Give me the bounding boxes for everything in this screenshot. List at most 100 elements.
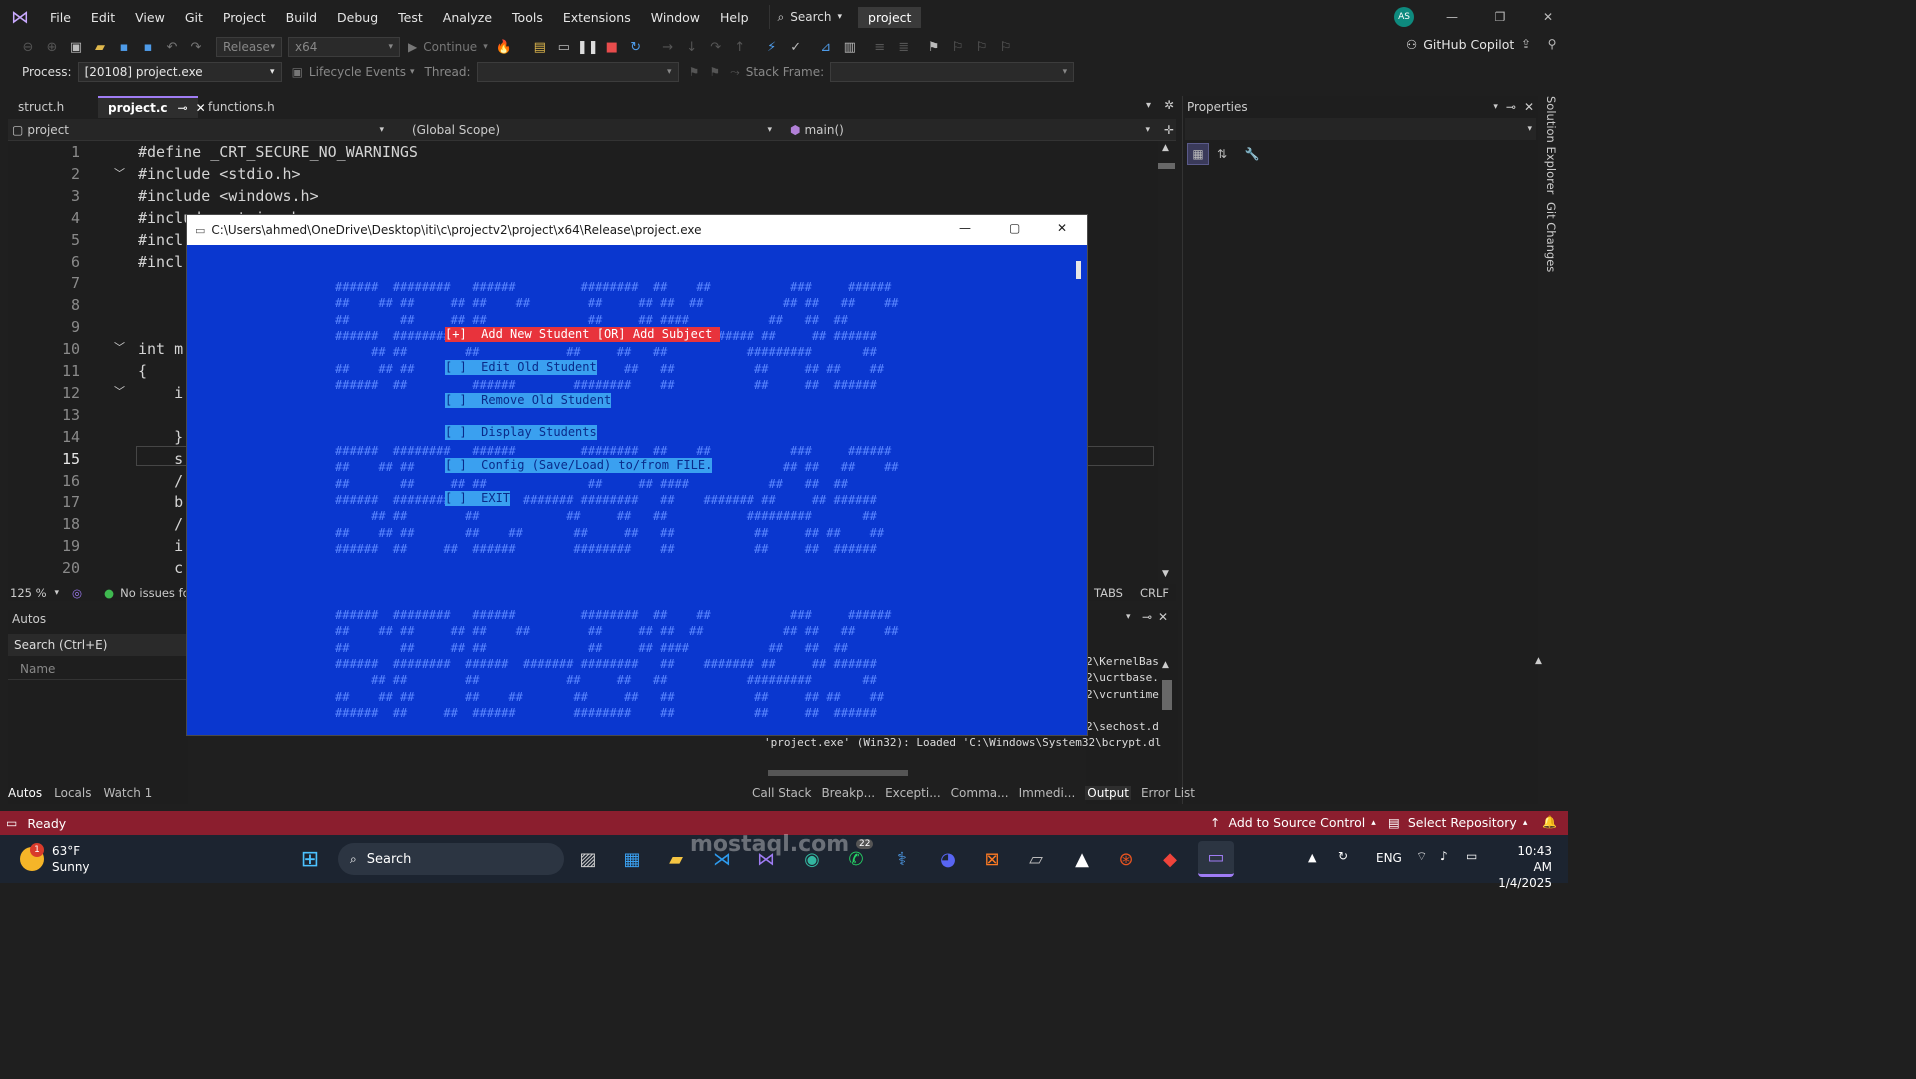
lifecycle-events-dropdown[interactable]: Lifecycle Events ▾ [309,65,415,79]
pin-icon[interactable]: ⊸ [178,101,188,115]
bottom-tab-call-stack[interactable]: Call Stack [752,786,811,800]
menu-option[interactable]: [ ] Display Students [445,425,597,440]
scope-dropdown[interactable]: (Global Scope) ▾ [400,123,784,137]
select-repository[interactable]: ▤ Select Repository ▴ [1388,815,1527,830]
bottom-tab-breakp-[interactable]: Breakp... [821,786,875,800]
maximize-icon[interactable]: ▢ [1009,221,1020,235]
pin-icon[interactable]: ⊸ [1506,100,1516,114]
save-icon[interactable]: ▪ [114,37,134,57]
usb-icon[interactable]: ▱ [1018,841,1054,877]
scroll-thumb[interactable] [1076,261,1081,279]
close-icon[interactable]: ✕ [1158,610,1168,624]
redo-icon[interactable]: ↷ [186,37,206,57]
collapse-icon[interactable]: ﹀ [114,383,125,399]
copilot-button[interactable]: ⚇ GitHub Copilot [1406,37,1514,52]
file-explorer-icon[interactable]: ▰ [658,841,694,877]
minimize-icon[interactable]: — [959,221,971,235]
menu-option[interactable]: [ ] Remove Old Student [445,393,612,408]
language-indicator[interactable]: ENG [1376,851,1402,865]
step-out-icon[interactable]: ↑ [730,37,750,57]
menu-build[interactable]: Build [276,0,327,34]
menu-analyze[interactable]: Analyze [433,0,502,34]
undo-icon[interactable]: ↶ [162,37,182,57]
check-icon[interactable]: ✓ [786,37,806,57]
scroll-thumb[interactable] [768,770,908,776]
hot-reload-icon[interactable]: 🔥 [494,37,514,57]
xampp-icon[interactable]: ⊠ [974,841,1010,877]
restart-icon[interactable]: ↻ [626,37,646,57]
menu-help[interactable]: Help [710,0,759,34]
scroll-down-icon[interactable]: ▼ [1162,569,1169,579]
side-tab-solution-explorer[interactable]: Solution Explorer [1544,96,1558,194]
close-icon[interactable]: ✕ [1524,100,1534,114]
autos-search-input[interactable]: Search (Ctrl+E) [8,634,188,656]
share-icon[interactable]: ⇪ [1516,37,1536,51]
notification-bell-icon[interactable]: 🔔 [1542,815,1557,829]
menu-option[interactable]: [+] Add New Student [OR] Add Subject [445,327,720,342]
continue-button[interactable]: ▶ Continue ▾ [408,40,488,54]
bottom-tab-comma-[interactable]: Comma... [951,786,1009,800]
line-ending-indicator[interactable]: CRLF [1140,586,1169,600]
split-icon[interactable]: ✛ [1164,123,1174,137]
menu-test[interactable]: Test [388,0,433,34]
prev-bookmark-icon[interactable]: ⚐ [948,37,968,57]
menu-view[interactable]: View [125,0,175,34]
menu-option[interactable]: [ ] Edit Old Student [445,360,597,375]
indent-icon[interactable]: ≡ [870,37,890,57]
scroll-up-icon[interactable]: ▲ [1162,660,1169,670]
side-tab-git-changes[interactable]: Git Changes [1544,202,1558,272]
tab-struct-h[interactable]: struct.h [8,96,98,118]
stack-frame-dropdown[interactable]: ▾ [830,62,1075,82]
stop-icon[interactable]: ■ [602,37,622,57]
menu-git[interactable]: Git [175,0,213,34]
console-scrollbar[interactable] [1071,245,1087,735]
menu-extensions[interactable]: Extensions [553,0,641,34]
autos-name-column[interactable]: Name [8,660,188,680]
scroll-thumb[interactable] [1162,680,1172,710]
pause-icon[interactable]: ❚❚ [577,37,599,57]
menu-option[interactable]: [ ] EXIT [445,491,511,506]
properties-scroll-up-icon[interactable]: ▲ [1535,656,1542,666]
editor-scrollbar[interactable]: ▲ ▼ [1158,141,1176,584]
outdent-icon[interactable]: ≣ [894,37,914,57]
menu-tools[interactable]: Tools [502,0,553,34]
next-bookmark-icon[interactable]: ⚐ [972,37,992,57]
properties-object-dropdown[interactable]: ▾ [1185,118,1536,140]
scroll-thumb[interactable] [1158,163,1175,169]
volume-icon[interactable]: ♪ [1440,849,1448,863]
open-folder-icon[interactable]: ▰ [90,37,110,57]
attach-icon[interactable]: ▤ [530,37,550,57]
issues-label[interactable]: No issues fo [120,586,190,600]
categorized-icon[interactable]: ▦ [1187,143,1209,165]
store-icon[interactable]: ▦ [614,841,650,877]
sync-icon[interactable]: ↻ [1338,849,1348,863]
step-into-icon[interactable]: ↓ [682,37,702,57]
close-icon[interactable]: ✕ [1536,6,1560,28]
new-item-icon[interactable]: ▣ [66,37,86,57]
settings-icon[interactable]: ✲ [1164,98,1174,112]
clock[interactable]: 10:43 AM 1/4/2025 [1496,843,1552,891]
close-icon[interactable]: ✕ [1057,221,1067,235]
diagnostic-icon[interactable]: ⚡ [762,37,782,57]
forward-icon[interactable]: ⊕ [42,37,62,57]
bottom-tab-output[interactable]: Output [1085,786,1131,800]
menu-file[interactable]: File [40,0,81,34]
step-over-icon[interactable]: ↷ [706,37,726,57]
tabs-indicator[interactable]: TABS [1094,586,1123,600]
clear-bookmark-icon[interactable]: ⚐ [996,37,1016,57]
window-icon[interactable]: ▥ [840,37,860,57]
thread-dropdown[interactable]: ▾ [476,62,679,82]
pin-icon[interactable]: ⊸ [1142,610,1152,624]
menu-debug[interactable]: Debug [327,0,388,34]
task-view-icon[interactable]: ▨ [570,841,606,877]
tab-list-icon[interactable]: ▾ [1146,100,1151,111]
alphabetical-icon[interactable]: ⇅ [1211,147,1233,161]
collapse-icon[interactable]: ﹀ [114,339,125,355]
console-app-icon[interactable]: ▭ [1198,841,1234,877]
tab-functions-h[interactable]: functions.h [198,96,304,118]
discord-icon[interactable]: ◕ [930,841,966,877]
output-hscrollbar[interactable] [756,770,1156,780]
battery-icon[interactable]: ▭ [1466,849,1477,863]
back-icon[interactable]: ⊖ [18,37,38,57]
chevron-down-icon[interactable]: ▾ [1493,102,1498,112]
